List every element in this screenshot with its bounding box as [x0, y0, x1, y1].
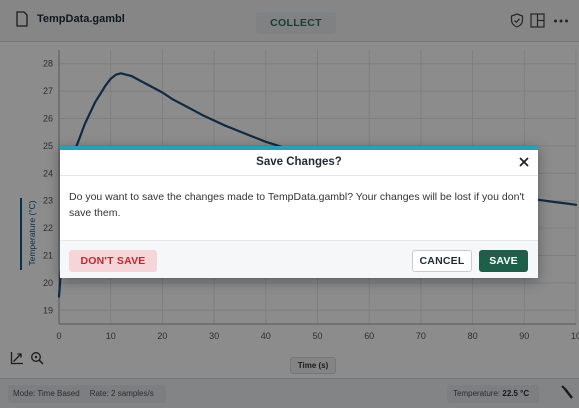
dialog-title: Save Changes?: [256, 156, 342, 168]
dialog-header: Save Changes?: [60, 150, 538, 176]
dont-save-button[interactable]: DON'T SAVE: [69, 250, 157, 272]
save-changes-dialog: Save Changes? Do you want to save the ch…: [60, 146, 538, 278]
close-icon: [519, 157, 529, 167]
dialog-footer: DON'T SAVE CANCEL SAVE: [60, 240, 538, 278]
dialog-message: Do you want to save the changes made to …: [69, 191, 525, 219]
cancel-button[interactable]: CANCEL: [412, 250, 472, 272]
save-button[interactable]: SAVE: [479, 250, 528, 272]
close-button[interactable]: [517, 155, 531, 169]
